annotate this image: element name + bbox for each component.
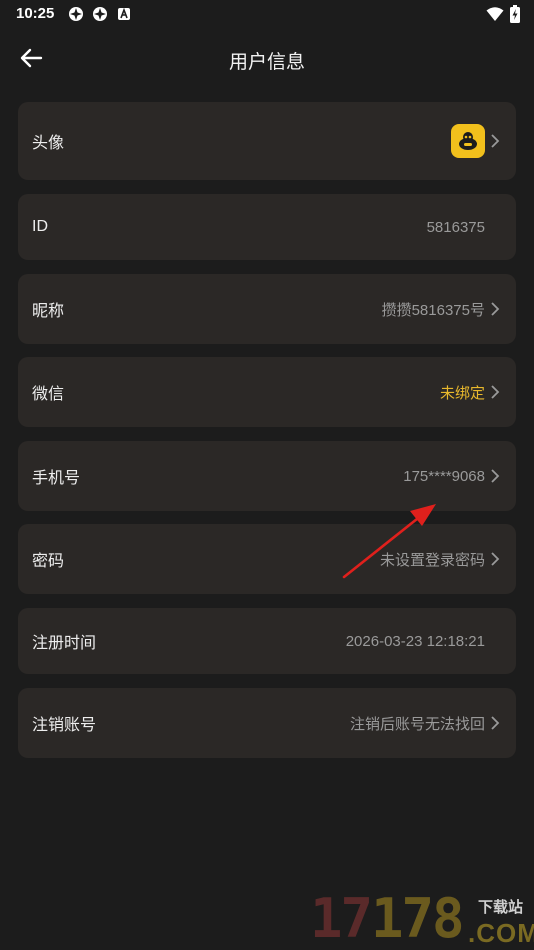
row-label-nickname: 昵称 (32, 303, 65, 320)
row-value-nickname: 攒攒5816375号 (381, 301, 485, 319)
row-value-delete-account: 注销后账号无法找回 (349, 715, 485, 733)
row-avatar[interactable]: 头像 (18, 102, 516, 180)
row-wechat[interactable]: 微信 未绑定 (18, 357, 516, 427)
row-value-phone: 175****9068 (403, 467, 485, 485)
battery-charging-icon (510, 5, 520, 23)
row-label-id: ID (32, 218, 48, 235)
row-phone[interactable]: 手机号 175****9068 (18, 441, 516, 511)
row-register-time: 注册时间 2026-03-23 12:18:21 (18, 608, 516, 674)
row-id: ID 5816375 (18, 194, 516, 260)
chevron-right-icon (491, 469, 500, 483)
row-label-phone: 手机号 (32, 470, 81, 487)
row-label-register-time: 注册时间 (32, 635, 97, 652)
chevron-right-icon (491, 302, 500, 316)
watermark-site: 下载站 (478, 899, 524, 916)
app-icon (93, 7, 107, 21)
chevron-right-icon (491, 134, 500, 148)
avatar-mascot-icon (459, 132, 477, 150)
watermark-number-red: 17 (310, 887, 373, 950)
row-value-wechat: 未绑定 (439, 384, 485, 402)
row-label-delete-account: 注销账号 (32, 717, 97, 734)
row-label-password: 密码 (32, 553, 65, 570)
watermark-number-yellow: 178 (371, 887, 465, 950)
row-password[interactable]: 密码 未设置登录密码 (18, 524, 516, 594)
watermark-domain: .COM (468, 918, 534, 948)
app-icon (69, 7, 83, 21)
watermark-number: 17178 (310, 887, 465, 950)
chevron-right-icon (491, 552, 500, 566)
chevron-right-icon (491, 716, 500, 730)
app-header: 用户信息 (0, 36, 534, 80)
wifi-icon (486, 7, 504, 21)
row-label-avatar: 头像 (32, 135, 65, 152)
row-value-register-time: 2026-03-23 12:18:21 (345, 632, 485, 650)
row-value-password: 未设置登录密码 (379, 551, 485, 569)
status-time: 10:25 (16, 5, 55, 22)
row-value-id: 5816375 (426, 218, 485, 236)
row-nickname[interactable]: 昵称 攒攒5816375号 (18, 274, 516, 344)
row-label-wechat: 微信 (32, 386, 65, 403)
watermark-logo: 17178 下载站 .COM (310, 888, 534, 950)
status-bar: 10:25 (0, 0, 534, 28)
chevron-right-icon (491, 385, 500, 399)
status-icons-right (486, 5, 520, 23)
row-delete-account[interactable]: 注销账号 注销后账号无法找回 (18, 688, 516, 758)
notification-icon (118, 7, 130, 20)
user-info-list: 头像 ID 5816375 昵称 攒攒5816375号 微信 未绑定 手机号 1… (18, 102, 516, 758)
page-title: 用户信息 (228, 52, 305, 73)
avatar[interactable] (451, 124, 485, 158)
status-icons-left (68, 6, 132, 22)
